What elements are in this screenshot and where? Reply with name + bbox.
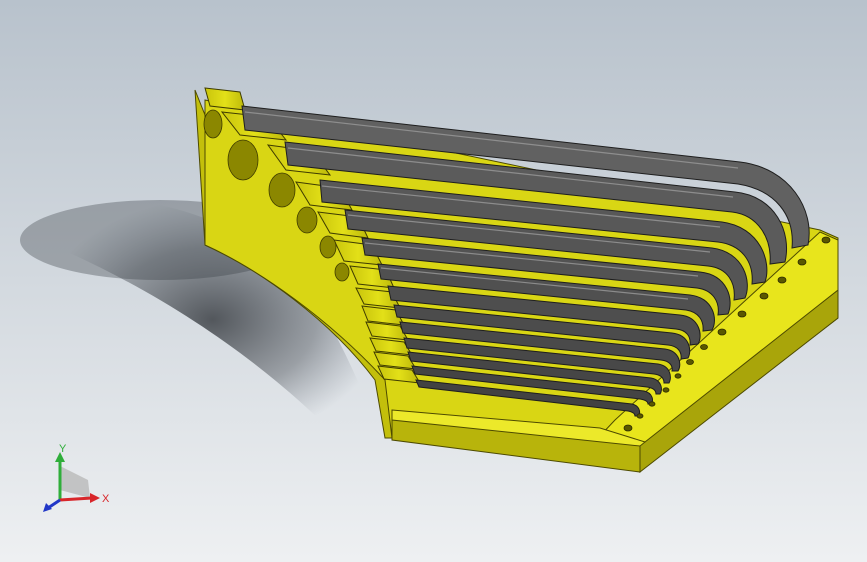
triad-plane: [60, 466, 90, 498]
model-scene[interactable]: [0, 0, 867, 562]
triad-x-label: X: [102, 493, 110, 505]
graphics-viewport[interactable]: Y X: [0, 0, 867, 562]
triad-y-label: Y: [59, 443, 67, 455]
triad-x-arrow: [90, 493, 100, 503]
triad-z-axis: [47, 498, 61, 510]
triad-x-axis: [59, 496, 93, 502]
reference-triad: Y X: [43, 443, 110, 512]
